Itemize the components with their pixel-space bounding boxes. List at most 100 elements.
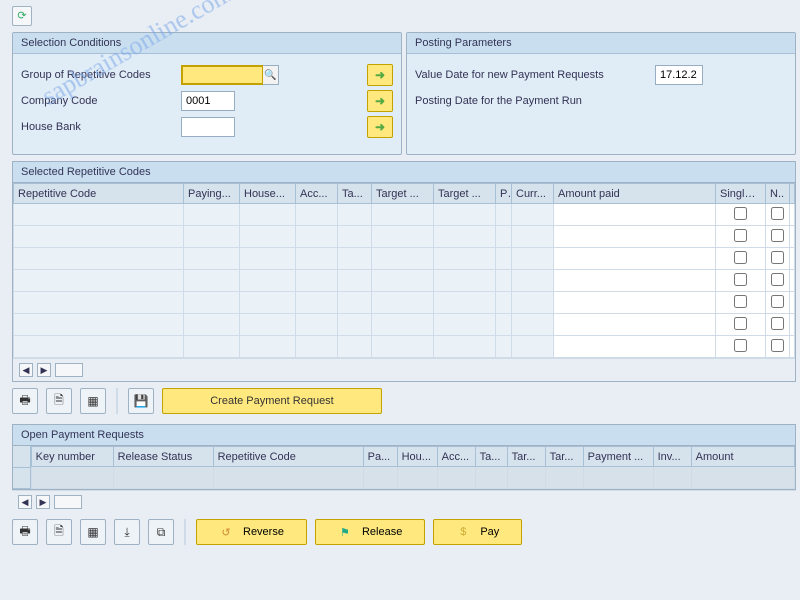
layout-icon[interactable]: ⧉ bbox=[148, 519, 174, 545]
scroll-overview-icon[interactable] bbox=[54, 495, 82, 509]
scroll-left-icon[interactable]: ◀ bbox=[19, 363, 33, 377]
company-code-label: Company Code bbox=[21, 95, 181, 107]
table-row[interactable] bbox=[14, 226, 795, 248]
col-payment[interactable]: Payment ... bbox=[583, 447, 653, 467]
selected-codes-grid: Repetitive Code Paying... House... Acc..… bbox=[12, 182, 796, 382]
col-house[interactable]: House... bbox=[240, 184, 296, 204]
row-selector-column bbox=[13, 446, 31, 489]
col-key-number[interactable]: Key number bbox=[31, 447, 113, 467]
n-checkbox[interactable] bbox=[771, 207, 784, 220]
single-checkbox[interactable] bbox=[734, 339, 747, 352]
table-row[interactable] bbox=[31, 467, 794, 489]
search-help-icon[interactable]: 🔍 bbox=[263, 65, 279, 85]
n-checkbox[interactable] bbox=[771, 251, 784, 264]
col-p[interactable]: P bbox=[496, 184, 512, 204]
selection-panel-title: Selection Conditions bbox=[13, 33, 401, 54]
group-codes-input[interactable] bbox=[181, 65, 264, 85]
reverse-button[interactable]: ↺ Reverse bbox=[196, 519, 307, 545]
col-amount[interactable]: Amount bbox=[691, 447, 794, 467]
company-code-input[interactable] bbox=[181, 91, 235, 111]
reverse-label: Reverse bbox=[243, 526, 284, 538]
value-date-input[interactable] bbox=[655, 65, 703, 85]
bottom-button-row: 🖶 🗎 ▦ ⤓ ⧉ ↺ Reverse ⚑ Release $ Pay bbox=[0, 513, 800, 553]
col-inv[interactable]: Inv... bbox=[653, 447, 691, 467]
table-row[interactable] bbox=[14, 248, 795, 270]
col-target1[interactable]: Target ... bbox=[372, 184, 434, 204]
open-requests-grid: Key number Release Status Repetitive Cod… bbox=[12, 445, 796, 490]
n-checkbox[interactable] bbox=[771, 339, 784, 352]
col-hou[interactable]: Hou... bbox=[397, 447, 437, 467]
layout-icon[interactable]: ▦ bbox=[80, 388, 106, 414]
download-icon[interactable]: ⤓ bbox=[114, 519, 140, 545]
exec-house-button[interactable]: ➜ bbox=[367, 116, 393, 138]
col-ta2[interactable]: Ta... bbox=[475, 447, 507, 467]
release-label: Release bbox=[362, 526, 402, 538]
top-toolbar: ⟳ bbox=[0, 4, 800, 32]
single-checkbox[interactable] bbox=[734, 251, 747, 264]
col-tar2[interactable]: Tar... bbox=[545, 447, 583, 467]
selected-codes-header-row: Repetitive Code Paying... House... Acc..… bbox=[14, 184, 795, 204]
print-icon[interactable]: 🖶 bbox=[12, 388, 38, 414]
pay-icon: $ bbox=[456, 526, 470, 538]
n-checkbox[interactable] bbox=[771, 295, 784, 308]
single-checkbox[interactable] bbox=[734, 295, 747, 308]
col-rep-code[interactable]: Repetitive Code bbox=[213, 447, 363, 467]
reverse-icon: ↺ bbox=[219, 526, 233, 539]
export-icon[interactable]: 🗎 bbox=[46, 388, 72, 414]
table-row[interactable] bbox=[14, 336, 795, 358]
table-row[interactable] bbox=[14, 292, 795, 314]
refresh-icon[interactable]: ⟳ bbox=[12, 6, 32, 26]
selection-conditions-panel: Selection Conditions Group of Repetitive… bbox=[12, 32, 402, 155]
group-codes-label: Group of Repetitive Codes bbox=[21, 69, 181, 81]
single-checkbox[interactable] bbox=[734, 273, 747, 286]
col-tar1[interactable]: Tar... bbox=[507, 447, 545, 467]
spreadsheet-icon[interactable]: ▦ bbox=[80, 519, 106, 545]
col-n[interactable]: N.. bbox=[766, 184, 790, 204]
n-checkbox[interactable] bbox=[771, 273, 784, 286]
table-row[interactable] bbox=[14, 270, 795, 292]
col-release-status[interactable]: Release Status bbox=[113, 447, 213, 467]
house-bank-input[interactable] bbox=[181, 117, 235, 137]
export-icon[interactable]: 🗎 bbox=[46, 519, 72, 545]
col-reference[interactable]: Reference t bbox=[790, 184, 795, 204]
create-payment-request-button[interactable]: Create Payment Request bbox=[162, 388, 382, 414]
app-root: ⟳ Selection Conditions Group of Repetiti… bbox=[0, 0, 800, 553]
col-single[interactable]: Single ... bbox=[716, 184, 766, 204]
single-checkbox[interactable] bbox=[734, 207, 747, 220]
pay-button[interactable]: $ Pay bbox=[433, 519, 522, 545]
scroll-right-icon[interactable]: ▶ bbox=[37, 363, 51, 377]
col-acc[interactable]: Acc... bbox=[296, 184, 338, 204]
exec-group-button[interactable]: ➜ bbox=[367, 64, 393, 86]
row-selector[interactable] bbox=[13, 468, 30, 490]
scroll-overview-icon[interactable] bbox=[55, 363, 83, 377]
open-payment-requests-title: Open Payment Requests bbox=[12, 424, 796, 445]
selected-codes-title: Selected Repetitive Codes bbox=[12, 161, 796, 182]
exec-company-button[interactable]: ➜ bbox=[367, 90, 393, 112]
col-curr[interactable]: Curr... bbox=[512, 184, 554, 204]
col-acc2[interactable]: Acc... bbox=[437, 447, 475, 467]
posting-date-label: Posting Date for the Payment Run bbox=[415, 95, 655, 107]
open-requests-scrollbar: ◀ ▶ bbox=[12, 490, 796, 513]
col-repetitive-code[interactable]: Repetitive Code bbox=[14, 184, 184, 204]
col-ta[interactable]: Ta... bbox=[338, 184, 372, 204]
col-amount-paid[interactable]: Amount paid bbox=[554, 184, 716, 204]
pay-label: Pay bbox=[480, 526, 499, 538]
col-paying[interactable]: Paying... bbox=[184, 184, 240, 204]
table-row[interactable] bbox=[14, 204, 795, 226]
posting-parameters-panel: Posting Parameters Value Date for new Pa… bbox=[406, 32, 796, 155]
scroll-right-icon[interactable]: ▶ bbox=[36, 495, 50, 509]
single-checkbox[interactable] bbox=[734, 229, 747, 242]
table-row[interactable] bbox=[14, 314, 795, 336]
col-target2[interactable]: Target ... bbox=[434, 184, 496, 204]
middle-button-row: 🖶 🗎 ▦ 💾 Create Payment Request bbox=[0, 382, 800, 422]
scroll-left-icon[interactable]: ◀ bbox=[18, 495, 32, 509]
print-icon[interactable]: 🖶 bbox=[12, 519, 38, 545]
n-checkbox[interactable] bbox=[771, 229, 784, 242]
single-checkbox[interactable] bbox=[734, 317, 747, 330]
release-button[interactable]: ⚑ Release bbox=[315, 519, 425, 545]
col-pa[interactable]: Pa... bbox=[363, 447, 397, 467]
selected-codes-table: Repetitive Code Paying... House... Acc..… bbox=[13, 183, 795, 358]
save-icon[interactable]: 💾 bbox=[128, 388, 154, 414]
n-checkbox[interactable] bbox=[771, 317, 784, 330]
flag-icon: ⚑ bbox=[338, 526, 352, 539]
